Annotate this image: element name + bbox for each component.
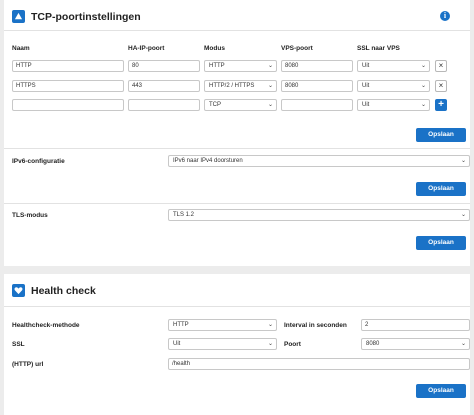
chevron-down-icon: ⌄ — [267, 102, 273, 108]
row1-ha-port-input[interactable]: 80 — [128, 60, 200, 72]
row2-mode-select[interactable]: HTTP/2 / HTTPS ⌄ — [204, 80, 277, 92]
healthcheck-method-select[interactable]: HTTP ⌄ — [168, 319, 277, 331]
ipv6-select-value: IPv6 naar IPv4 doorsturen — [173, 158, 243, 164]
col-header-ha-ip-poort: HA-IP-poort — [128, 45, 165, 52]
port-label: Poort — [284, 341, 301, 348]
health-card-header: Health check — [12, 284, 96, 297]
network-arrow-icon — [12, 10, 25, 23]
heart-icon — [12, 284, 25, 297]
row1-mode-select[interactable]: HTTP ⌄ — [204, 60, 277, 72]
row2-ssl-select[interactable]: Uit ⌄ — [357, 80, 430, 92]
col-header-vps-poort: VPS-poort — [281, 45, 313, 52]
health-check-card: Health check Healthcheck-methode HTTP ⌄ … — [4, 274, 470, 415]
new-row-mode-select[interactable]: TCP ⌄ — [204, 99, 277, 111]
row2-name-input[interactable]: HTTPS — [12, 80, 124, 92]
tls-select-value: TLS 1.2 — [173, 212, 195, 218]
port-select-value: 8080 — [366, 341, 380, 347]
chevron-down-icon: ⌄ — [460, 341, 466, 347]
close-icon: × — [438, 61, 444, 70]
new-row-ha-port-input[interactable] — [128, 99, 200, 111]
chevron-down-icon: ⌄ — [267, 341, 273, 347]
close-icon: × — [438, 81, 444, 90]
tcp-settings-card: TCP-poortinstellingen i Naam HA-IP-poort… — [4, 0, 470, 266]
plus-icon: + — [438, 99, 444, 110]
chevron-down-icon: ⌄ — [460, 212, 466, 218]
new-row-vps-port-input[interactable] — [281, 99, 353, 111]
row1-vps-port-input[interactable]: 8080 — [281, 60, 353, 72]
ipv6-save-button[interactable]: Opslaan — [416, 182, 466, 196]
ipv6-label: IPv6-configuratie — [12, 158, 65, 165]
tcp-card-title: TCP-poortinstellingen — [31, 10, 141, 23]
health-save-button[interactable]: Opslaan — [416, 384, 466, 398]
row2-mode-value: HTTP/2 / HTTPS — [209, 83, 255, 89]
tcp-header-divider — [4, 30, 470, 31]
http-url-input[interactable]: /health — [168, 358, 470, 370]
chevron-down-icon: ⌄ — [420, 83, 426, 89]
new-row-ssl-select[interactable]: Uit ⌄ — [357, 99, 430, 111]
tls-select[interactable]: TLS 1.2 ⌄ — [168, 209, 470, 221]
port-select[interactable]: 8080 ⌄ — [361, 338, 470, 350]
new-row-mode-value: TCP — [209, 102, 221, 108]
chevron-down-icon: ⌄ — [420, 63, 426, 69]
new-row-ssl-value: Uit — [362, 102, 370, 108]
health-header-divider — [4, 306, 470, 307]
col-header-ssl-naar-vps: SSL naar VPS — [357, 45, 400, 52]
tcp-card-header: TCP-poortinstellingen — [12, 10, 141, 23]
new-row-name-input[interactable] — [12, 99, 124, 111]
health-card-title: Health check — [31, 284, 96, 297]
tls-label: TLS-modus — [12, 212, 48, 219]
ipv6-select[interactable]: IPv6 naar IPv4 doorsturen ⌄ — [168, 155, 470, 167]
healthcheck-method-value: HTTP — [173, 322, 189, 328]
interval-label: Interval in seconden — [284, 322, 347, 329]
tcp-save-button[interactable]: Opslaan — [416, 128, 466, 142]
add-row-button[interactable]: + — [435, 99, 447, 111]
row1-mode-value: HTTP — [209, 63, 225, 69]
chevron-down-icon: ⌄ — [420, 102, 426, 108]
info-icon[interactable]: i — [440, 11, 450, 21]
section-divider — [4, 148, 470, 149]
ssl-select[interactable]: Uit ⌄ — [168, 338, 277, 350]
chevron-down-icon: ⌄ — [267, 322, 273, 328]
chevron-down-icon: ⌄ — [267, 83, 273, 89]
ssl-select-value: Uit — [173, 341, 181, 347]
col-header-modus: Modus — [204, 45, 225, 52]
row1-ssl-value: Uit — [362, 63, 370, 69]
row2-vps-port-input[interactable]: 8080 — [281, 80, 353, 92]
tls-save-button[interactable]: Opslaan — [416, 236, 466, 250]
section-divider — [4, 203, 470, 204]
interval-input[interactable]: 2 — [361, 319, 470, 331]
col-header-naam: Naam — [12, 45, 30, 52]
chevron-down-icon: ⌄ — [267, 63, 273, 69]
row2-ssl-value: Uit — [362, 83, 370, 89]
healthcheck-method-label: Healthcheck-methode — [12, 322, 80, 329]
row2-delete-button[interactable]: × — [435, 80, 447, 92]
ssl-label: SSL — [12, 341, 25, 348]
chevron-down-icon: ⌄ — [460, 158, 466, 164]
row1-ssl-select[interactable]: Uit ⌄ — [357, 60, 430, 72]
row2-ha-port-input[interactable]: 443 — [128, 80, 200, 92]
row1-delete-button[interactable]: × — [435, 60, 447, 72]
row1-name-input[interactable]: HTTP — [12, 60, 124, 72]
http-url-label: (HTTP) url — [12, 361, 44, 368]
